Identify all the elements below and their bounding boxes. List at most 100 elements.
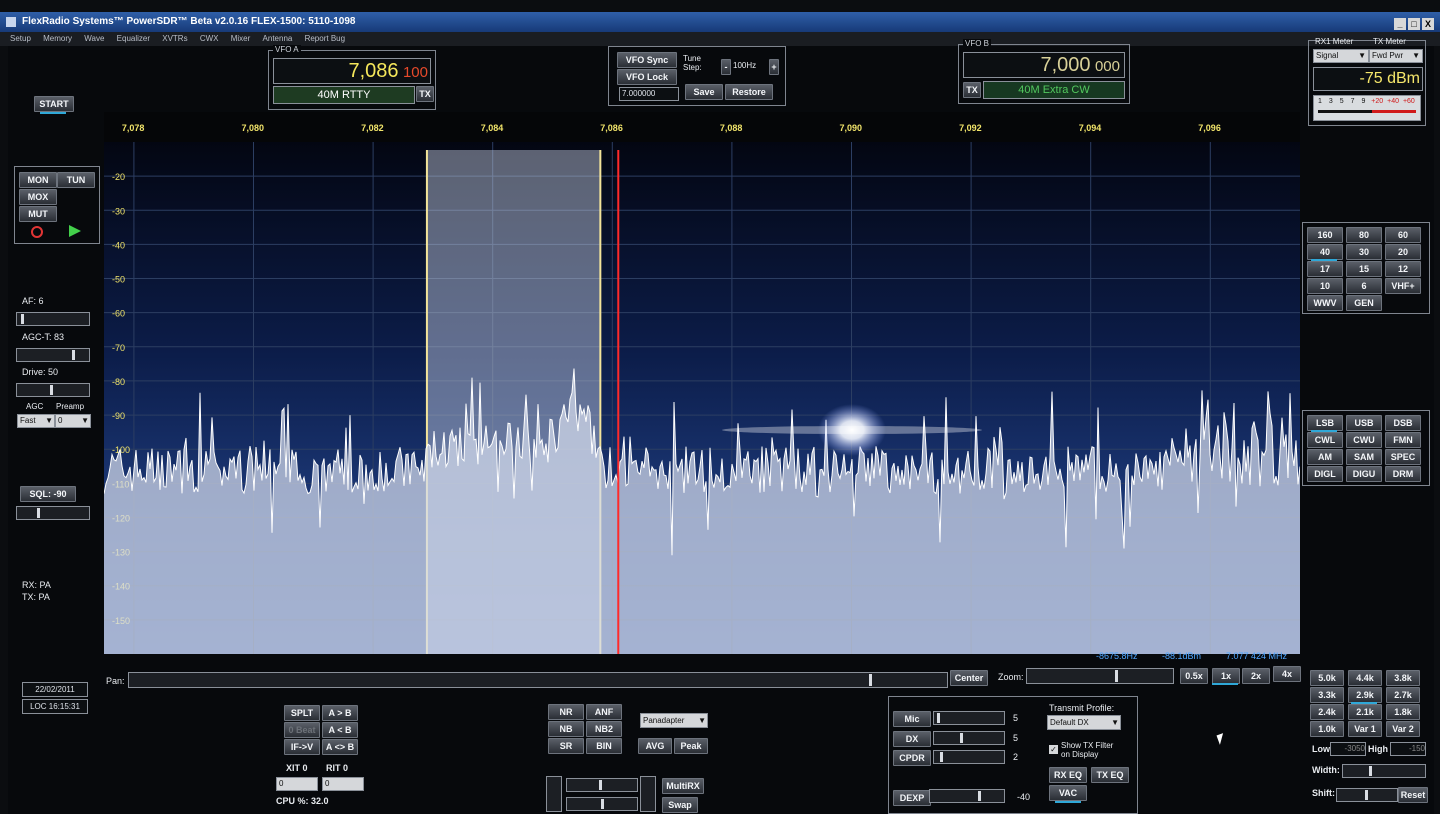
band-button-6[interactable]: 6 [1346,278,1382,294]
agct-slider[interactable] [16,348,90,362]
agct-slider-thumb[interactable] [72,350,75,360]
mode-button-sam[interactable]: SAM [1346,449,1382,465]
b-to-a-button[interactable]: A < B [322,722,358,738]
band-button-gen[interactable]: GEN [1346,295,1382,311]
cpdr-slider-thumb[interactable] [940,752,943,762]
tx-eq-button[interactable]: TX EQ [1091,767,1129,783]
xit-field[interactable]: 0 [276,777,318,791]
maximize-button[interactable]: □ [1408,18,1420,30]
rit-field[interactable]: 0 [322,777,364,791]
menu-report-bug[interactable]: Report Bug [305,34,345,43]
menu-setup[interactable]: Setup [10,34,31,43]
a-to-b-button[interactable]: A > B [322,705,358,721]
close-button[interactable]: X [1422,18,1434,30]
split-button[interactable]: SPLT [284,705,320,721]
zoom-4x-button[interactable]: 4x [1273,666,1301,682]
filter-high-field[interactable]: -150 [1390,742,1426,756]
nb-button[interactable]: NB [548,721,584,737]
mic-slider-thumb[interactable] [937,713,940,723]
agc-select[interactable]: Fast ▼ [17,414,55,428]
filter-button-var-1[interactable]: Var 1 [1348,721,1382,737]
zoom-0-5x-button[interactable]: 0.5x [1180,668,1208,684]
zoom-2x-button[interactable]: 2x [1242,668,1270,684]
mon-button[interactable]: MON [19,172,57,188]
mut-button[interactable]: MUT [19,206,57,222]
save-button[interactable]: Save [685,84,723,100]
dexp-slider[interactable] [929,789,1005,803]
mode-button-dsb[interactable]: DSB [1385,415,1421,431]
drive-slider-thumb[interactable] [50,385,53,395]
menu-equalizer[interactable]: Equalizer [117,34,150,43]
vfo-lock-button[interactable]: VFO Lock [617,69,677,85]
sql-button[interactable]: SQL: -90 [20,486,76,502]
band-button-wwv[interactable]: WWV [1307,295,1343,311]
menu-antenna[interactable]: Antenna [263,34,293,43]
show-tx-filter-checkbox[interactable]: ✓ [1049,745,1058,754]
record-icon[interactable] [31,226,43,238]
af-slider[interactable] [16,312,90,326]
mode-button-drm[interactable]: DRM [1385,466,1421,482]
tun-button[interactable]: TUN [57,172,95,188]
tx-meter-select[interactable]: Fwd Pwr ▼ [1369,49,1423,63]
cpdr-button[interactable]: CPDR [893,750,931,766]
preamp-select[interactable]: 0 ▼ [55,414,91,428]
sql-slider-thumb[interactable] [37,508,40,518]
multirx-gain-thumb[interactable] [599,780,602,790]
dx-slider-thumb[interactable] [960,733,963,743]
filter-button-4-4k[interactable]: 4.4k [1348,670,1382,686]
mode-button-fmn[interactable]: FMN [1385,432,1421,448]
filter-button-1-8k[interactable]: 1.8k [1386,704,1420,720]
mic-slider[interactable] [933,711,1005,725]
pan-slider-thumb[interactable] [869,674,872,686]
tune-step-minus[interactable]: - [721,59,731,75]
swap-ab-button[interactable]: A <> B [322,739,358,755]
filter-button-2-9k[interactable]: 2.9k [1348,687,1382,703]
menu-wave[interactable]: Wave [84,34,104,43]
restore-button[interactable]: Restore [725,84,773,100]
tune-step-plus[interactable]: + [769,59,779,75]
vfo-b-frequency[interactable]: 7,000 000 [963,52,1125,78]
multirx-gain-slider[interactable] [566,778,638,792]
transmit-profile-select[interactable]: Default DX ▼ [1047,715,1121,730]
menu-memory[interactable]: Memory [43,34,72,43]
start-button[interactable]: START [34,96,74,112]
bin-button[interactable]: BIN [586,738,622,754]
band-button-30[interactable]: 30 [1346,244,1382,260]
zoom-slider-thumb[interactable] [1115,670,1118,682]
display-mode-select[interactable]: Panadapter ▼ [640,713,708,728]
band-button-15[interactable]: 15 [1346,261,1382,277]
af-slider-thumb[interactable] [21,314,24,324]
sql-slider[interactable] [16,506,90,520]
filter-button-3-3k[interactable]: 3.3k [1310,687,1344,703]
peak-button[interactable]: Peak [674,738,708,754]
nb2-button[interactable]: NB2 [586,721,622,737]
dexp-button[interactable]: DEXP [893,790,931,806]
mode-button-cwl[interactable]: CWL [1307,432,1343,448]
zoom-1x-button[interactable]: 1x [1212,668,1240,684]
multirx-pan-slider[interactable] [566,797,638,811]
center-button[interactable]: Center [950,670,988,686]
mode-button-usb[interactable]: USB [1346,415,1382,431]
filter-reset-button[interactable]: Reset [1398,787,1428,803]
vfo-a-frequency[interactable]: 7,086 100 [273,58,431,84]
band-button-12[interactable]: 12 [1385,261,1421,277]
filter-button-2-1k[interactable]: 2.1k [1348,704,1382,720]
filter-button-1-0k[interactable]: 1.0k [1310,721,1344,737]
filter-button-3-8k[interactable]: 3.8k [1386,670,1420,686]
band-button-40[interactable]: 40 [1307,244,1343,260]
mode-button-am[interactable]: AM [1307,449,1343,465]
band-button-60[interactable]: 60 [1385,227,1421,243]
if-v-button[interactable]: IF->V [284,739,320,755]
mode-button-digl[interactable]: DIGL [1307,466,1343,482]
mode-button-spec[interactable]: SPEC [1385,449,1421,465]
dsp-right-slider[interactable] [640,776,656,812]
mode-button-digu[interactable]: DIGU [1346,466,1382,482]
band-button-vhf-[interactable]: VHF+ [1385,278,1421,294]
menu-cwx[interactable]: CWX [200,34,219,43]
menu-mixer[interactable]: Mixer [231,34,251,43]
filter-low-field[interactable]: -3050 [1330,742,1366,756]
anf-button[interactable]: ANF [586,704,622,720]
mic-button[interactable]: Mic [893,711,931,727]
rx-meter-select[interactable]: Signal ▼ [1313,49,1369,63]
vfo-a-tx-button[interactable]: TX [416,86,434,102]
